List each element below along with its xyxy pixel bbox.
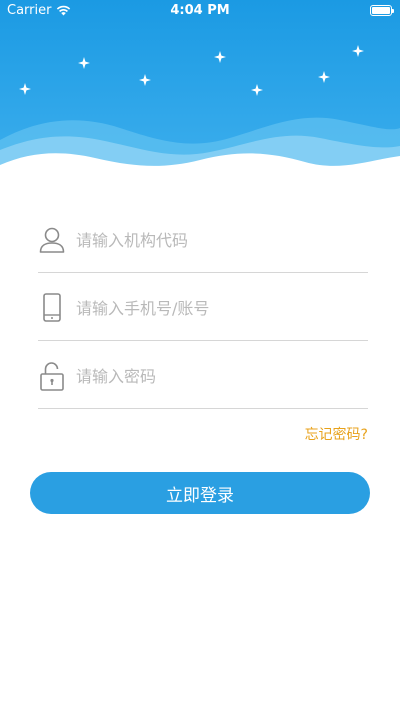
status-bar: Carrier 4:04 PM: [0, 0, 400, 22]
wave-background: [0, 0, 400, 190]
phone-icon: [43, 293, 61, 322]
user-icon: [39, 227, 65, 253]
password-field: [38, 341, 368, 409]
org-code-input[interactable]: [76, 223, 366, 257]
lock-icon: [40, 362, 64, 391]
login-form: [38, 205, 368, 409]
header-banner: [0, 0, 400, 190]
status-time: 4:04 PM: [170, 3, 230, 18]
org-code-field: [38, 205, 368, 273]
password-input[interactable]: [76, 359, 366, 393]
login-button[interactable]: 立即登录: [30, 472, 370, 514]
account-field: [38, 273, 368, 341]
battery-icon: [370, 5, 394, 16]
account-input[interactable]: [76, 291, 366, 325]
forgot-password-link[interactable]: 忘记密码?: [305, 424, 368, 444]
